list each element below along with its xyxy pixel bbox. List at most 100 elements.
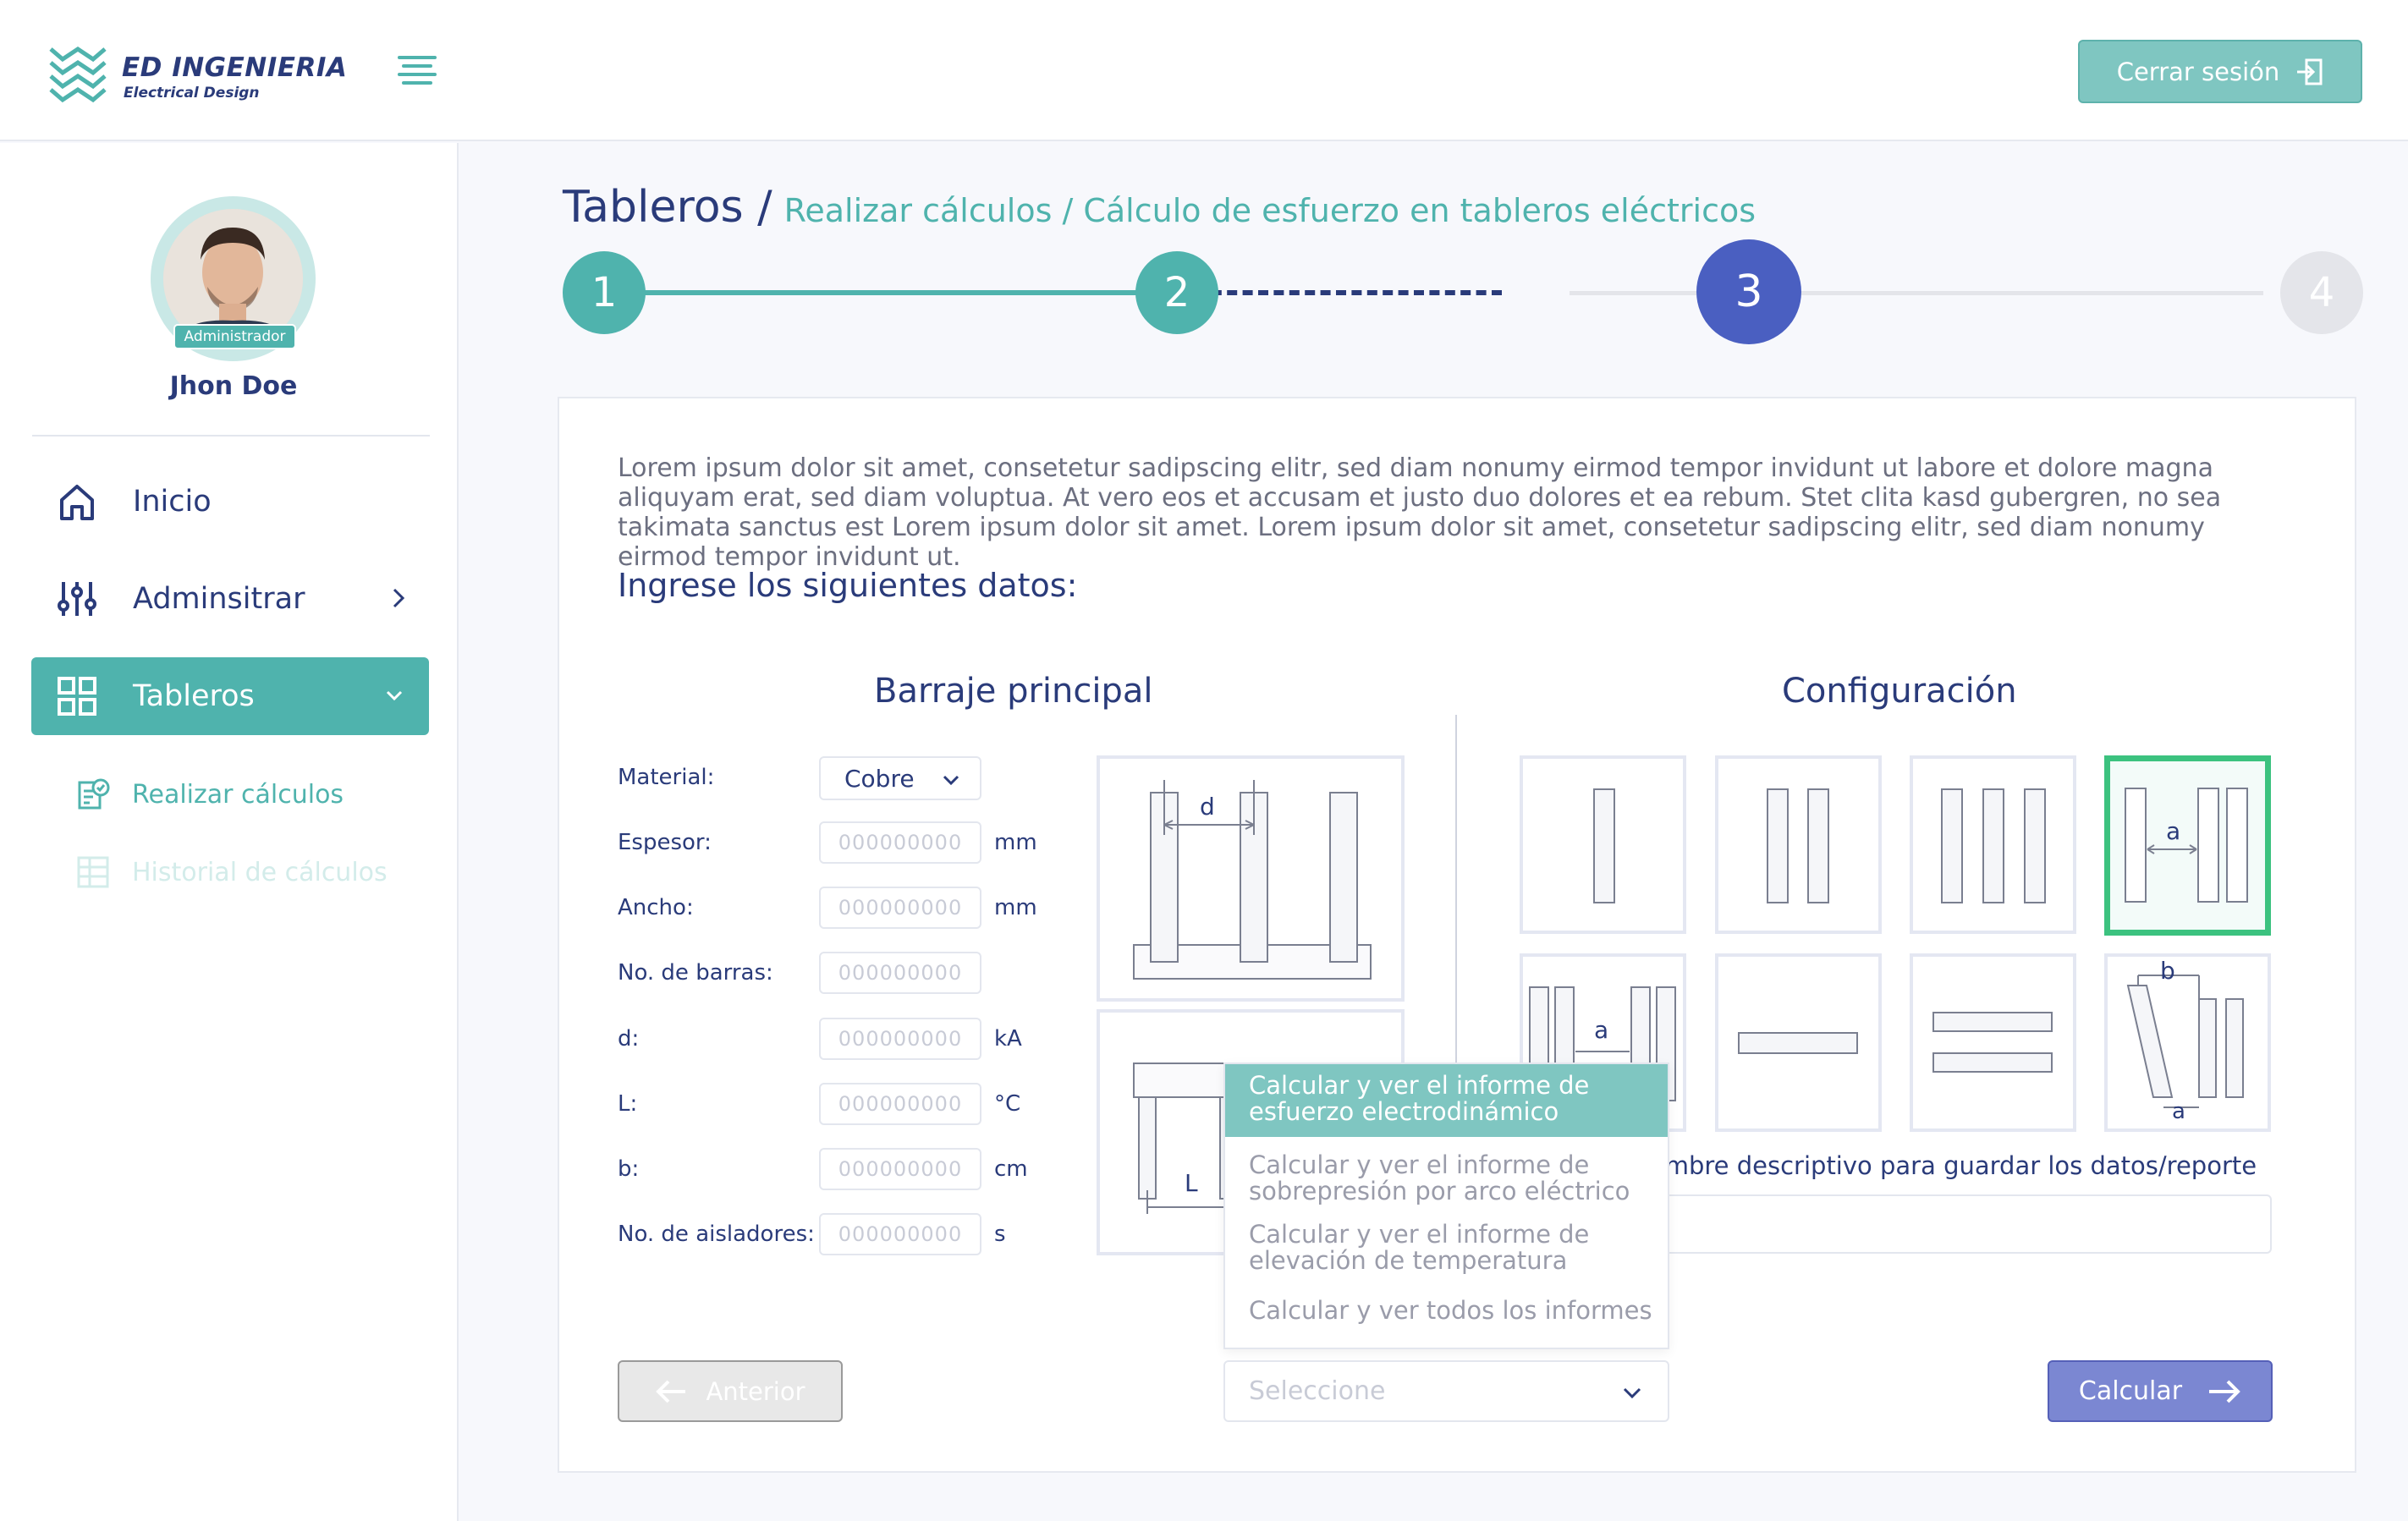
config-double-bar[interactable]	[1715, 755, 1882, 934]
config-spaced-bars[interactable]: a	[2104, 755, 2271, 936]
report-name-input[interactable]	[1658, 1194, 2272, 1254]
step-line-pending	[1570, 291, 2263, 295]
logout-button[interactable]: Cerrar sesión	[2078, 40, 2362, 103]
sidebar: Administrador Jhon Doe Inicio Adminsitra…	[0, 143, 459, 1521]
dim-a-label: a	[2166, 817, 2181, 845]
nav-label: Tableros	[133, 679, 255, 713]
barraje-title: Barraje principal	[874, 672, 1153, 711]
material-value: Cobre	[844, 764, 915, 793]
calculate-label: Calcular	[2078, 1376, 2183, 1406]
barras-input[interactable]: 000000000	[819, 952, 981, 994]
calculate-button[interactable]: Calcular	[2048, 1360, 2273, 1422]
espesor-input[interactable]: 000000000	[819, 821, 981, 864]
logo-title: ED INGENIERIA	[122, 52, 348, 83]
config-triple-bar[interactable]	[1910, 755, 2076, 934]
calc-options-dropdown: Calcular y ver el informe de esfuerzo el…	[1223, 1063, 1669, 1349]
menu-toggle-icon[interactable]	[398, 56, 437, 86]
nav-label: Adminsitrar	[133, 582, 305, 616]
breadcrumb-root[interactable]: Tableros /	[563, 182, 772, 233]
chevron-down-icon	[1623, 1387, 1641, 1399]
username: Jhon Doe	[169, 371, 298, 401]
nav-item-inicio[interactable]: Inicio	[31, 463, 429, 541]
b-label: b:	[618, 1156, 640, 1182]
logo-mark-icon	[49, 46, 107, 103]
b-input[interactable]: 000000000	[819, 1148, 981, 1190]
sub-item-realizar-calculos[interactable]: Realizar cálculos	[74, 769, 344, 820]
config-title: Configuración	[1782, 672, 2017, 711]
stepper: 1 2 3 4	[563, 239, 2365, 344]
logout-icon	[2297, 58, 2323, 85]
l-input[interactable]: 000000000	[819, 1083, 981, 1125]
dim-l-label: L	[1185, 1169, 1198, 1197]
option-todos-informes[interactable]: Calcular y ver todos los informes	[1225, 1293, 1668, 1335]
grid-icon	[55, 674, 99, 718]
option-line: Calcular y ver el informe de	[1249, 1150, 1590, 1179]
calc-option-select[interactable]: Seleccione	[1223, 1360, 1669, 1422]
option-line: Calcular y ver el informe de	[1249, 1071, 1590, 1100]
material-select[interactable]: Cobre	[819, 756, 981, 800]
sub-item-historial-calculos[interactable]: Historial de cálculos	[74, 847, 388, 898]
espesor-unit: mm	[994, 830, 1037, 855]
option-line: Calcular y ver el informe de	[1249, 1220, 1590, 1249]
d-unit: kA	[994, 1026, 1022, 1052]
aisladores-label: No. de aisladores:	[618, 1222, 815, 1247]
report-name-label: ombre descriptivo para guardar los datos…	[1650, 1151, 2257, 1180]
step-4[interactable]: 4	[2280, 251, 2363, 334]
home-icon	[55, 480, 99, 524]
espesor-label: Espesor:	[618, 830, 712, 855]
step-2[interactable]: 2	[1135, 251, 1218, 334]
clipboard-check-icon	[74, 776, 112, 813]
intro-text: Lorem ipsum dolor sit amet, consetetur s…	[618, 453, 2222, 572]
nav-item-tableros[interactable]: Tableros	[31, 657, 429, 735]
config-single-bar[interactable]	[1520, 755, 1686, 934]
ancho-input[interactable]: 000000000	[819, 887, 981, 929]
nav-item-adminsitrar[interactable]: Adminsitrar	[31, 560, 429, 638]
step-1[interactable]: 1	[563, 251, 646, 334]
role-badge: Administrador	[173, 324, 296, 349]
option-line: esfuerzo electrodinámico	[1249, 1097, 1559, 1126]
dim-b-label: b	[2160, 957, 2175, 985]
material-label: Material:	[618, 765, 715, 790]
section-divider	[1455, 715, 1457, 1095]
dim-a-label: a	[1594, 1016, 1609, 1044]
previous-label: Anterior	[706, 1376, 805, 1406]
chevron-right-icon	[393, 588, 405, 608]
config-double-flat-bar[interactable]	[1910, 953, 2076, 1132]
top-header: ED INGENIERIA Electrical Design Cerrar s…	[0, 0, 2408, 141]
step-3[interactable]: 3	[1696, 239, 1801, 344]
l-unit: °C	[994, 1091, 1021, 1117]
form-subtitle: Ingrese los siguientes datos:	[618, 567, 1078, 604]
d-label: d:	[618, 1026, 640, 1052]
sliders-icon	[55, 577, 99, 621]
chevron-down-icon	[943, 775, 959, 786]
l-label: L:	[618, 1091, 638, 1117]
sub-item-label: Realizar cálculos	[132, 779, 344, 810]
d-input[interactable]: 000000000	[819, 1018, 981, 1060]
option-line: Calcular y ver todos los informes	[1249, 1296, 1652, 1325]
aisladores-unit: s	[994, 1222, 1006, 1247]
logout-label: Cerrar sesión	[2116, 57, 2280, 86]
company-logo[interactable]: ED INGENIERIA Electrical Design	[47, 42, 347, 106]
barraje-top-diagram: d	[1097, 755, 1405, 1002]
dim-a-label: a	[2172, 1099, 2185, 1124]
breadcrumb: Tableros / Realizar cálculos / Cálculo de…	[563, 182, 1756, 233]
dim-d-label: d	[1200, 793, 1215, 821]
option-elevacion-temperatura[interactable]: Calcular y ver el informe de elevación d…	[1225, 1215, 1668, 1279]
step-line-complete	[607, 290, 1148, 295]
option-sobrepresion-arco[interactable]: Calcular y ver el informe de sobrepresió…	[1225, 1145, 1668, 1210]
ancho-label: Ancho:	[618, 895, 694, 920]
step-line-active	[1180, 290, 1502, 295]
option-line: elevación de temperatura	[1249, 1246, 1568, 1275]
nav-label: Inicio	[133, 485, 212, 519]
logo-subtitle: Electrical Design	[124, 85, 260, 102]
option-esfuerzo-electrodinamico[interactable]: Calcular y ver el informe de esfuerzo el…	[1225, 1064, 1668, 1137]
table-icon	[74, 854, 112, 891]
breadcrumb-path[interactable]: Realizar cálculos / Cálculo de esfuerzo …	[784, 192, 1756, 229]
config-angled-bars[interactable]: b a	[2104, 953, 2271, 1132]
sub-item-label: Historial de cálculos	[132, 857, 388, 887]
config-flat-bar[interactable]	[1715, 953, 1882, 1132]
aisladores-input[interactable]: 000000000	[819, 1213, 981, 1255]
barras-label: No. de barras:	[618, 960, 773, 986]
arrow-right-icon	[2209, 1380, 2240, 1403]
previous-button[interactable]: Anterior	[618, 1360, 843, 1422]
